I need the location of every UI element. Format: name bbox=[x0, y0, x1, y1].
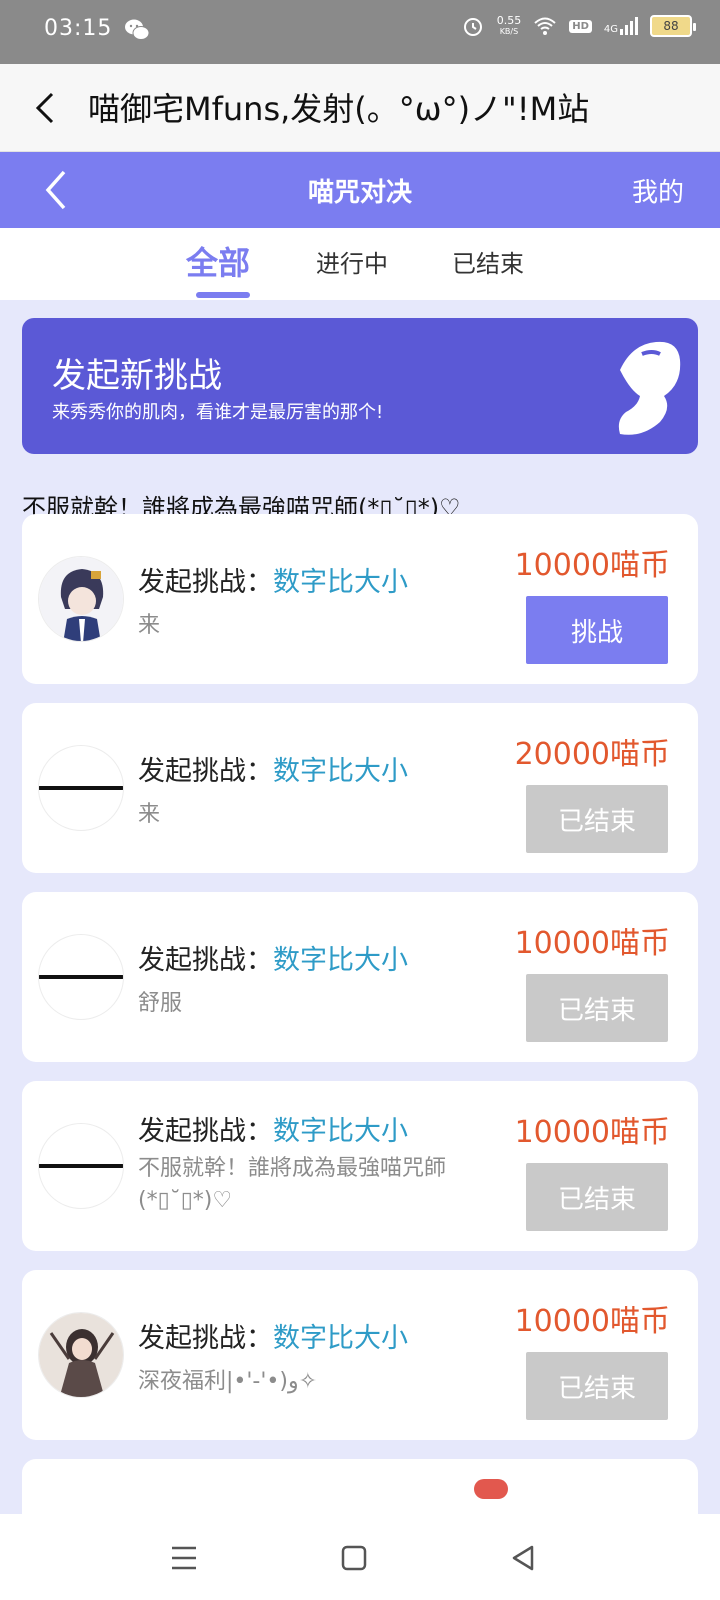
filter-tabs: 全部 进行中 已结束 bbox=[0, 228, 720, 300]
challenge-message: 来 bbox=[138, 613, 161, 638]
wifi-icon bbox=[534, 17, 556, 35]
ended-button[interactable]: 已结束 bbox=[526, 1163, 668, 1231]
tab-all[interactable]: 全部 bbox=[186, 238, 250, 284]
battery-level: 88 bbox=[663, 19, 679, 33]
game-link[interactable]: 数字比大小 bbox=[273, 567, 408, 598]
challenge-amount: 10000喵币 bbox=[514, 548, 670, 583]
challenge-message: 来 bbox=[138, 802, 161, 827]
challenge-prefix: 发起挑战： bbox=[138, 567, 273, 598]
page-title: 喵咒对决 bbox=[307, 178, 412, 208]
browser-title-bar: 喵御宅Mfuns,发射(。°ω°)ノ"!M站 bbox=[0, 64, 720, 152]
challenge-prefix: 发起挑战： bbox=[138, 945, 273, 976]
challenge-amount: 10000喵币 bbox=[514, 1115, 670, 1150]
challenge-card: 发起挑战：数字比大小 不服就幹！誰將成為最強喵咒師(*▯˘▯*)♡ 10000喵… bbox=[22, 1081, 698, 1251]
challenge-card: 发起挑战：数字比大小 舒服 10000喵币 已结束 bbox=[22, 892, 698, 1062]
game-link[interactable]: 数字比大小 bbox=[273, 945, 408, 976]
menu-icon[interactable] bbox=[166, 1540, 202, 1576]
muscle-arm-icon bbox=[618, 341, 681, 435]
badge bbox=[474, 1479, 508, 1499]
challenge-amount: 10000喵币 bbox=[514, 926, 670, 961]
challenge-label: 发起挑战：数字比大小 bbox=[138, 1109, 408, 1148]
new-challenge-banner[interactable]: 发起新挑战 来秀秀你的肌肉，看谁才是最厉害的那个! bbox=[22, 318, 698, 454]
challenge-prefix: 发起挑战： bbox=[138, 756, 273, 787]
home-icon[interactable] bbox=[336, 1540, 372, 1576]
tab-indicator bbox=[196, 292, 250, 298]
placeholder-line bbox=[39, 1164, 123, 1168]
net-speed-unit: KB/S bbox=[499, 27, 519, 36]
signal-label: 4G bbox=[603, 24, 618, 35]
tab-ongoing[interactable]: 进行中 bbox=[316, 244, 388, 279]
banner-subtitle: 来秀秀你的肌肉，看谁才是最厉害的那个! bbox=[52, 402, 384, 423]
avatar bbox=[38, 556, 124, 642]
challenge-amount: 10000喵币 bbox=[514, 1304, 670, 1339]
placeholder-line bbox=[39, 786, 123, 790]
challenge-message: 深夜福利|•'-'•)و✧ bbox=[138, 1369, 318, 1394]
challenge-prefix: 发起挑战： bbox=[138, 1323, 273, 1354]
tab-ended[interactable]: 已结束 bbox=[452, 244, 524, 279]
wechat-icon bbox=[125, 19, 150, 40]
game-link[interactable]: 数字比大小 bbox=[273, 1323, 408, 1354]
challenge-amount: 20000喵币 bbox=[514, 737, 670, 772]
challenge-button[interactable]: 挑战 bbox=[526, 596, 668, 664]
anime-boy-avatar-icon bbox=[39, 557, 123, 641]
signal-icon: 4G bbox=[604, 17, 638, 35]
alarm-icon bbox=[463, 18, 482, 36]
status-bar: 03:15 0.55 KB/S HD 4G 88 bbox=[0, 0, 720, 64]
challenge-label: 发起挑战：数字比大小 bbox=[138, 560, 408, 599]
hd-badge: HD bbox=[569, 19, 592, 33]
browser-title: 喵御宅Mfuns,发射(。°ω°)ノ"!M站 bbox=[88, 90, 590, 128]
avatar bbox=[38, 934, 124, 1020]
ended-button[interactable]: 已结束 bbox=[526, 785, 668, 853]
banner-heading: 发起新挑战 bbox=[52, 356, 222, 396]
game-link[interactable]: 数字比大小 bbox=[273, 1116, 408, 1147]
challenge-message: 不服就幹！誰將成為最強喵咒師(*▯˘▯*)♡ bbox=[138, 1156, 447, 1213]
challenge-label: 发起挑战：数字比大小 bbox=[138, 1316, 408, 1355]
challenge-prefix: 发起挑战： bbox=[138, 1116, 273, 1147]
net-speed-value: 0.55 bbox=[496, 14, 522, 27]
system-nav-bar bbox=[0, 1514, 720, 1600]
placeholder-line bbox=[39, 975, 123, 979]
avatar bbox=[38, 1123, 124, 1209]
ended-button[interactable]: 已结束 bbox=[526, 1352, 668, 1420]
avatar bbox=[38, 745, 124, 831]
anime-girl-avatar-icon bbox=[39, 1313, 123, 1397]
challenge-message: 舒服 bbox=[138, 991, 183, 1016]
avatar bbox=[38, 1312, 124, 1398]
ended-button[interactable]: 已结束 bbox=[526, 974, 668, 1042]
mine-link[interactable]: 我的 bbox=[632, 172, 684, 209]
challenge-label: 发起挑战：数字比大小 bbox=[138, 938, 408, 977]
battery-icon: 88 bbox=[650, 15, 696, 37]
game-link[interactable]: 数字比大小 bbox=[273, 756, 408, 787]
challenge-card: 发起挑战：数字比大小 来 20000喵币 已结束 bbox=[22, 703, 698, 873]
back-icon[interactable] bbox=[506, 1540, 542, 1576]
challenge-card: 发起挑战：数字比大小 深夜福利|•'-'•)و✧ 10000喵币 已结束 bbox=[22, 1270, 698, 1440]
challenge-card: 发起挑战：数字比大小 来 10000喵币 挑战 bbox=[22, 514, 698, 684]
browser-back-icon[interactable] bbox=[26, 88, 66, 128]
status-time: 03:15 bbox=[44, 16, 113, 41]
net-speed: 0.55 KB/S bbox=[497, 15, 522, 37]
app-header: 喵咒对决 我的 bbox=[0, 152, 720, 228]
challenge-label: 发起挑战：数字比大小 bbox=[138, 749, 408, 788]
